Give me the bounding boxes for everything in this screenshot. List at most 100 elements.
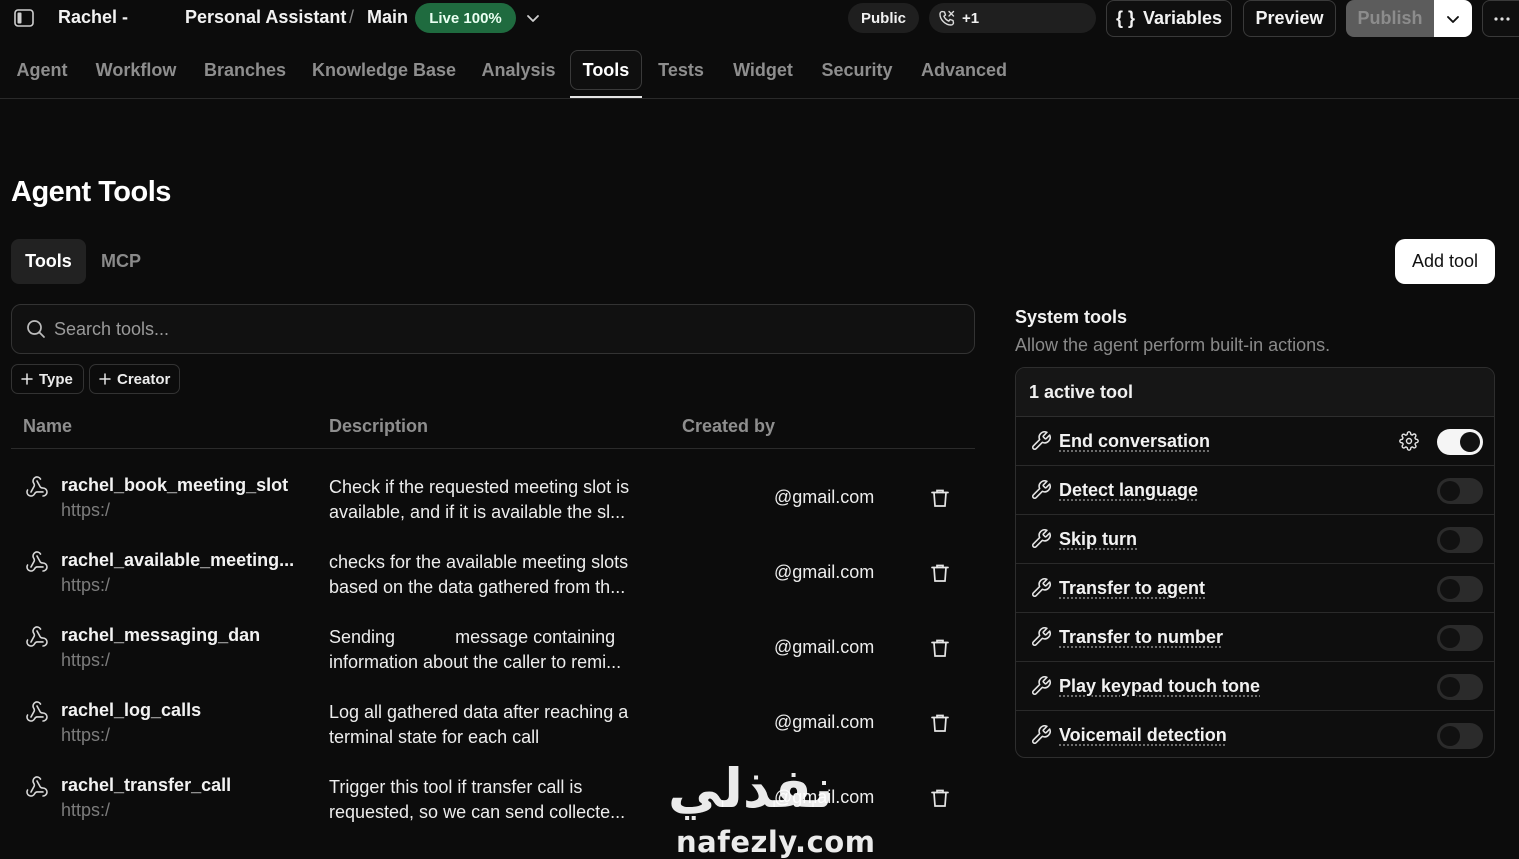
trash-icon[interactable] — [929, 487, 951, 509]
preview-button[interactable]: Preview — [1243, 0, 1336, 37]
braces-icon: { } — [1116, 8, 1135, 29]
system-tool-transfer-to-number[interactable]: Transfer to number — [1016, 613, 1495, 662]
transfer-to-agent-toggle[interactable] — [1437, 576, 1483, 602]
breadcrumb-branch[interactable]: Main — [367, 7, 408, 28]
tool-creator: @gmail.com — [774, 712, 874, 733]
system-tool-label[interactable]: End conversation — [1059, 431, 1210, 452]
tab-security[interactable]: Security — [816, 50, 898, 90]
tool-url: https:/ — [61, 725, 110, 746]
tool-creator: @gmail.com — [774, 562, 874, 583]
wrench-icon — [1030, 528, 1052, 550]
system-tool-label[interactable]: Transfer to agent — [1059, 578, 1205, 599]
end-conversation-toggle[interactable] — [1437, 429, 1483, 455]
phone-numbers-pill[interactable]: +1 — [929, 3, 1096, 33]
webhook-icon — [25, 625, 49, 649]
ellipsis-icon — [1493, 16, 1511, 22]
watermark-url: nafezly.com — [676, 825, 875, 859]
tool-creator: @gmail.com — [774, 637, 874, 658]
tool-url: https:/ — [61, 500, 110, 521]
system-tools-subtitle: Allow the agent perform built-in actions… — [1015, 335, 1330, 356]
tool-description: Log all gathered data after reaching a t… — [329, 700, 659, 750]
watermark-logo: نفذلي — [668, 757, 833, 820]
table-row[interactable]: rachel_book_meeting_slot https:/ Check i… — [11, 459, 975, 534]
phone-count: +1 — [962, 10, 979, 27]
tab-tests[interactable]: Tests — [652, 50, 710, 90]
table-row[interactable]: rachel_messaging_dan https:/ Sending mes… — [11, 609, 975, 684]
system-tool-label[interactable]: Transfer to number — [1059, 627, 1223, 648]
column-name[interactable]: Name — [23, 416, 72, 437]
system-tool-detect-language[interactable]: Detect language — [1016, 466, 1495, 515]
table-row[interactable]: rachel_available_meeting... https:/ chec… — [11, 534, 975, 609]
toggle-knob — [1440, 677, 1460, 697]
filter-type-chip[interactable]: Type — [11, 364, 84, 394]
agent-name[interactable]: Rachel - — [58, 7, 128, 28]
more-options-button[interactable] — [1482, 0, 1519, 37]
visibility-badge[interactable]: Public — [848, 3, 919, 33]
tab-branches[interactable]: Branches — [199, 50, 291, 90]
trash-icon[interactable] — [929, 637, 951, 659]
system-tool-label[interactable]: Skip turn — [1059, 529, 1137, 550]
skip-turn-toggle[interactable] — [1437, 527, 1483, 553]
tool-name[interactable]: rachel_log_calls — [61, 700, 201, 721]
segment-tools[interactable]: Tools — [11, 239, 86, 284]
active-tab-indicator — [570, 96, 642, 98]
system-tool-end-conversation[interactable]: End conversation — [1016, 417, 1495, 466]
breadcrumb-project[interactable]: Personal Assistant — [185, 7, 346, 28]
wrench-icon — [1030, 430, 1052, 452]
voicemail-detection-toggle[interactable] — [1437, 723, 1483, 749]
chevron-down-icon[interactable] — [525, 10, 541, 26]
plus-icon — [99, 373, 111, 385]
gear-icon[interactable] — [1399, 431, 1419, 451]
transfer-to-number-toggle[interactable] — [1437, 625, 1483, 651]
segment-mcp[interactable]: MCP — [92, 239, 150, 284]
webhook-icon — [25, 550, 49, 574]
table-row[interactable]: rachel_log_calls https:/ Log all gathere… — [11, 684, 975, 759]
tab-widget[interactable]: Widget — [727, 50, 799, 90]
wrench-icon — [1030, 479, 1052, 501]
tab-knowledge-base[interactable]: Knowledge Base — [308, 50, 460, 90]
tab-tools[interactable]: Tools — [570, 50, 642, 90]
filter-type-label: Type — [39, 371, 73, 388]
system-tools-title: System tools — [1015, 307, 1127, 328]
filter-creator-label: Creator — [117, 371, 170, 388]
detect-language-toggle[interactable] — [1437, 478, 1483, 504]
system-tool-label[interactable]: Play keypad touch tone — [1059, 676, 1260, 697]
page-title: Agent Tools — [11, 176, 171, 209]
webhook-icon — [25, 700, 49, 724]
tool-url: https:/ — [61, 800, 110, 821]
toggle-knob — [1440, 628, 1460, 648]
publish-button[interactable]: Publish — [1346, 0, 1434, 37]
variables-button[interactable]: { } Variables — [1106, 0, 1232, 37]
top-bar: Rachel - Personal Assistant / Main Live … — [0, 0, 1519, 36]
system-tool-voicemail-detection[interactable]: Voicemail detection — [1016, 711, 1495, 758]
system-tool-play-keypad-touch-tone[interactable]: Play keypad touch tone — [1016, 662, 1495, 711]
add-tool-button[interactable]: Add tool — [1395, 239, 1495, 284]
publish-options-button[interactable] — [1434, 0, 1472, 37]
tool-name[interactable]: rachel_messaging_dan — [61, 625, 260, 646]
search-box[interactable] — [11, 304, 975, 354]
tool-description: checks for the available meeting slots b… — [329, 550, 659, 600]
tab-analysis[interactable]: Analysis — [477, 50, 560, 90]
trash-icon[interactable] — [929, 787, 951, 809]
tool-name[interactable]: rachel_book_meeting_slot — [61, 475, 288, 496]
play-keypad-touch-tone-toggle[interactable] — [1437, 674, 1483, 700]
toggle-knob — [1440, 530, 1460, 550]
tab-agent[interactable]: Agent — [9, 50, 75, 90]
system-tool-transfer-to-agent[interactable]: Transfer to agent — [1016, 564, 1495, 613]
agent-nav-tabs: Agent Workflow Branches Knowledge Base A… — [0, 50, 1519, 99]
column-created-by[interactable]: Created by — [682, 416, 775, 437]
search-input[interactable] — [54, 319, 934, 340]
tool-name[interactable]: rachel_transfer_call — [61, 775, 231, 796]
tool-name[interactable]: rachel_available_meeting... — [61, 550, 294, 571]
sidebar-toggle-icon[interactable] — [14, 9, 34, 27]
trash-icon[interactable] — [929, 562, 951, 584]
system-tool-label[interactable]: Voicemail detection — [1059, 725, 1227, 746]
tab-advanced[interactable]: Advanced — [915, 50, 1013, 90]
plus-icon — [21, 373, 33, 385]
system-tool-skip-turn[interactable]: Skip turn — [1016, 515, 1495, 564]
system-tool-label[interactable]: Detect language — [1059, 480, 1198, 501]
filter-creator-chip[interactable]: Creator — [89, 364, 180, 394]
tab-workflow[interactable]: Workflow — [90, 50, 182, 90]
trash-icon[interactable] — [929, 712, 951, 734]
column-description[interactable]: Description — [329, 416, 428, 437]
